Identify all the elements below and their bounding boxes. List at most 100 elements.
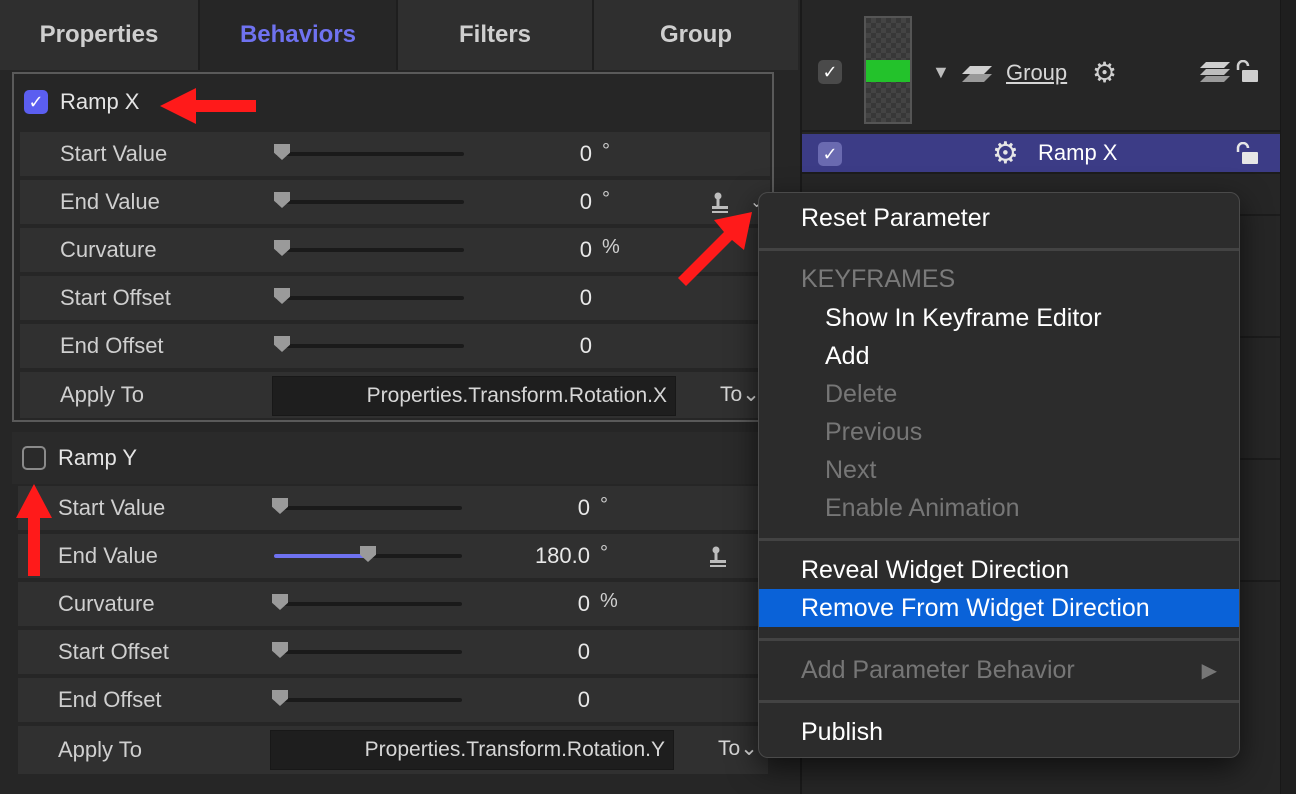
menu-separator: [759, 538, 1239, 541]
tab-behaviors[interactable]: Behaviors: [200, 0, 398, 70]
behavior-header: ✓ Ramp X: [14, 74, 772, 130]
slider-knob[interactable]: [274, 240, 290, 256]
param-label: End Offset: [60, 333, 164, 358]
param-unit: °: [602, 188, 610, 210]
param-slider[interactable]: [272, 594, 462, 610]
lock-icon[interactable]: [1234, 60, 1260, 84]
param-value[interactable]: 0: [580, 285, 592, 311]
param-label: Start Offset: [60, 285, 171, 310]
param-slider[interactable]: [274, 192, 464, 208]
param-row-end-offset: End Offset 0: [18, 676, 768, 722]
param-row-curvature: Curvature 0 %: [20, 226, 770, 272]
param-value[interactable]: 180.0: [535, 543, 590, 569]
menu-separator: [759, 700, 1239, 703]
param-row-start-offset: Start Offset 0: [20, 274, 770, 320]
param-value[interactable]: 0: [578, 591, 590, 617]
param-value[interactable]: 0: [580, 141, 592, 167]
param-row-end-value: End Value 180.0 °: [18, 532, 768, 578]
param-slider[interactable]: [274, 240, 464, 256]
disclosure-triangle-icon[interactable]: ▼: [932, 62, 950, 83]
enable-checkbox[interactable]: ✓: [24, 90, 48, 114]
menu-item-add[interactable]: Add: [759, 337, 1239, 375]
menu-item-add-parameter-behavior: Add Parameter Behavior ▶: [759, 651, 1239, 689]
param-row-end-offset: End Offset 0: [20, 322, 770, 368]
layer-row-ramp-x[interactable]: ✓ ⚙ Ramp X: [802, 134, 1282, 174]
slider-knob[interactable]: [274, 288, 290, 304]
gear-icon[interactable]: ⚙: [1092, 56, 1117, 89]
param-slider[interactable]: [274, 144, 464, 160]
apply-to-field[interactable]: Properties.Transform.Rotation.X: [272, 376, 676, 416]
param-slider[interactable]: [274, 336, 464, 352]
param-row-start-value: Start Value 0 °: [18, 484, 768, 530]
enable-checkbox[interactable]: [22, 446, 46, 470]
menu-item-previous: Previous: [825, 417, 923, 446]
slider-fill: [274, 554, 368, 558]
param-value[interactable]: 0: [578, 639, 590, 665]
param-unit: %: [602, 236, 620, 258]
slider-knob[interactable]: [274, 192, 290, 208]
stack-icon: [1200, 62, 1230, 82]
apply-to-popup[interactable]: To⌄: [718, 736, 758, 761]
param-value[interactable]: 0: [580, 333, 592, 359]
layer-name[interactable]: Group: [1006, 60, 1067, 86]
slider-knob[interactable]: [272, 642, 288, 658]
param-slider[interactable]: [272, 498, 462, 514]
tab-group[interactable]: Group: [594, 0, 798, 70]
param-label: End Value: [60, 189, 160, 214]
param-label: Apply To: [58, 737, 142, 762]
menu-item-show-in-keyframe-editor[interactable]: Show In Keyframe Editor: [759, 299, 1239, 337]
slider-knob[interactable]: [360, 546, 376, 562]
menu-item-reveal-widget-direction[interactable]: Reveal Widget Direction: [759, 551, 1239, 589]
annotation-arrow-diagonal: [678, 212, 752, 286]
menu-item-remove-from-widget-direction[interactable]: Remove From Widget Direction: [759, 589, 1239, 627]
param-slider[interactable]: [272, 642, 462, 658]
check-icon: ✓: [822, 61, 838, 82]
tab-filters[interactable]: Filters: [398, 0, 594, 70]
menu-item-label: Add Parameter Behavior: [801, 655, 1075, 684]
menu-item-next: Next: [825, 455, 877, 484]
menu-item-reset-parameter[interactable]: Reset Parameter: [759, 199, 1239, 237]
apply-to-label: To: [720, 383, 743, 406]
param-slider[interactable]: [274, 546, 462, 562]
param-row-apply-to: Apply To Properties.Transform.Rotation.X…: [20, 370, 770, 418]
param-value[interactable]: 0: [578, 495, 590, 521]
slider-knob[interactable]: [272, 498, 288, 514]
param-value[interactable]: 0: [580, 189, 592, 215]
check-icon: ✓: [822, 143, 838, 164]
tab-properties[interactable]: Properties: [0, 0, 200, 70]
layer-visibility-checkbox[interactable]: ✓: [818, 142, 842, 166]
param-unit: %: [600, 590, 618, 612]
slider-knob[interactable]: [272, 690, 288, 706]
param-row-curvature: Curvature 0 %: [18, 580, 768, 626]
behavior-header: Ramp Y: [12, 432, 774, 484]
slider-knob[interactable]: [272, 594, 288, 610]
apply-to-field[interactable]: Properties.Transform.Rotation.Y: [270, 730, 674, 770]
menu-section-header: KEYFRAMES: [801, 265, 956, 293]
layer-visibility-checkbox[interactable]: ✓: [818, 60, 842, 84]
param-slider[interactable]: [272, 690, 462, 706]
menu-item-publish[interactable]: Publish: [759, 713, 1239, 751]
menu-separator: [759, 248, 1239, 251]
param-value[interactable]: 0: [578, 687, 590, 713]
apply-to-popup[interactable]: To⌄: [720, 382, 760, 407]
param-label: Curvature: [60, 237, 157, 262]
param-slider[interactable]: [274, 288, 464, 304]
behavior-gear-icon: ⚙: [992, 137, 1019, 170]
param-row-start-offset: Start Offset 0: [18, 628, 768, 674]
menu-item-delete: Delete: [825, 379, 898, 408]
param-unit: °: [600, 542, 608, 564]
scrollbar[interactable]: [1280, 0, 1296, 794]
inspector-tabs: Properties Behaviors Filters Group: [0, 0, 798, 70]
param-row-start-value: Start Value 0 °: [20, 130, 770, 176]
slider-knob[interactable]: [274, 144, 290, 160]
check-icon: ✓: [28, 91, 44, 112]
layer-row-group[interactable]: ✓ ▼ Group ⚙: [802, 0, 1282, 132]
layer-name[interactable]: Ramp X: [1038, 140, 1117, 166]
slider-knob[interactable]: [274, 336, 290, 352]
submenu-arrow-icon: ▶: [1201, 659, 1217, 682]
param-row-apply-to: Apply To Properties.Transform.Rotation.Y…: [18, 724, 768, 774]
lock-icon[interactable]: [1234, 142, 1260, 166]
param-unit: °: [600, 494, 608, 516]
rig-widget-icon[interactable]: [708, 546, 728, 568]
param-value[interactable]: 0: [580, 237, 592, 263]
